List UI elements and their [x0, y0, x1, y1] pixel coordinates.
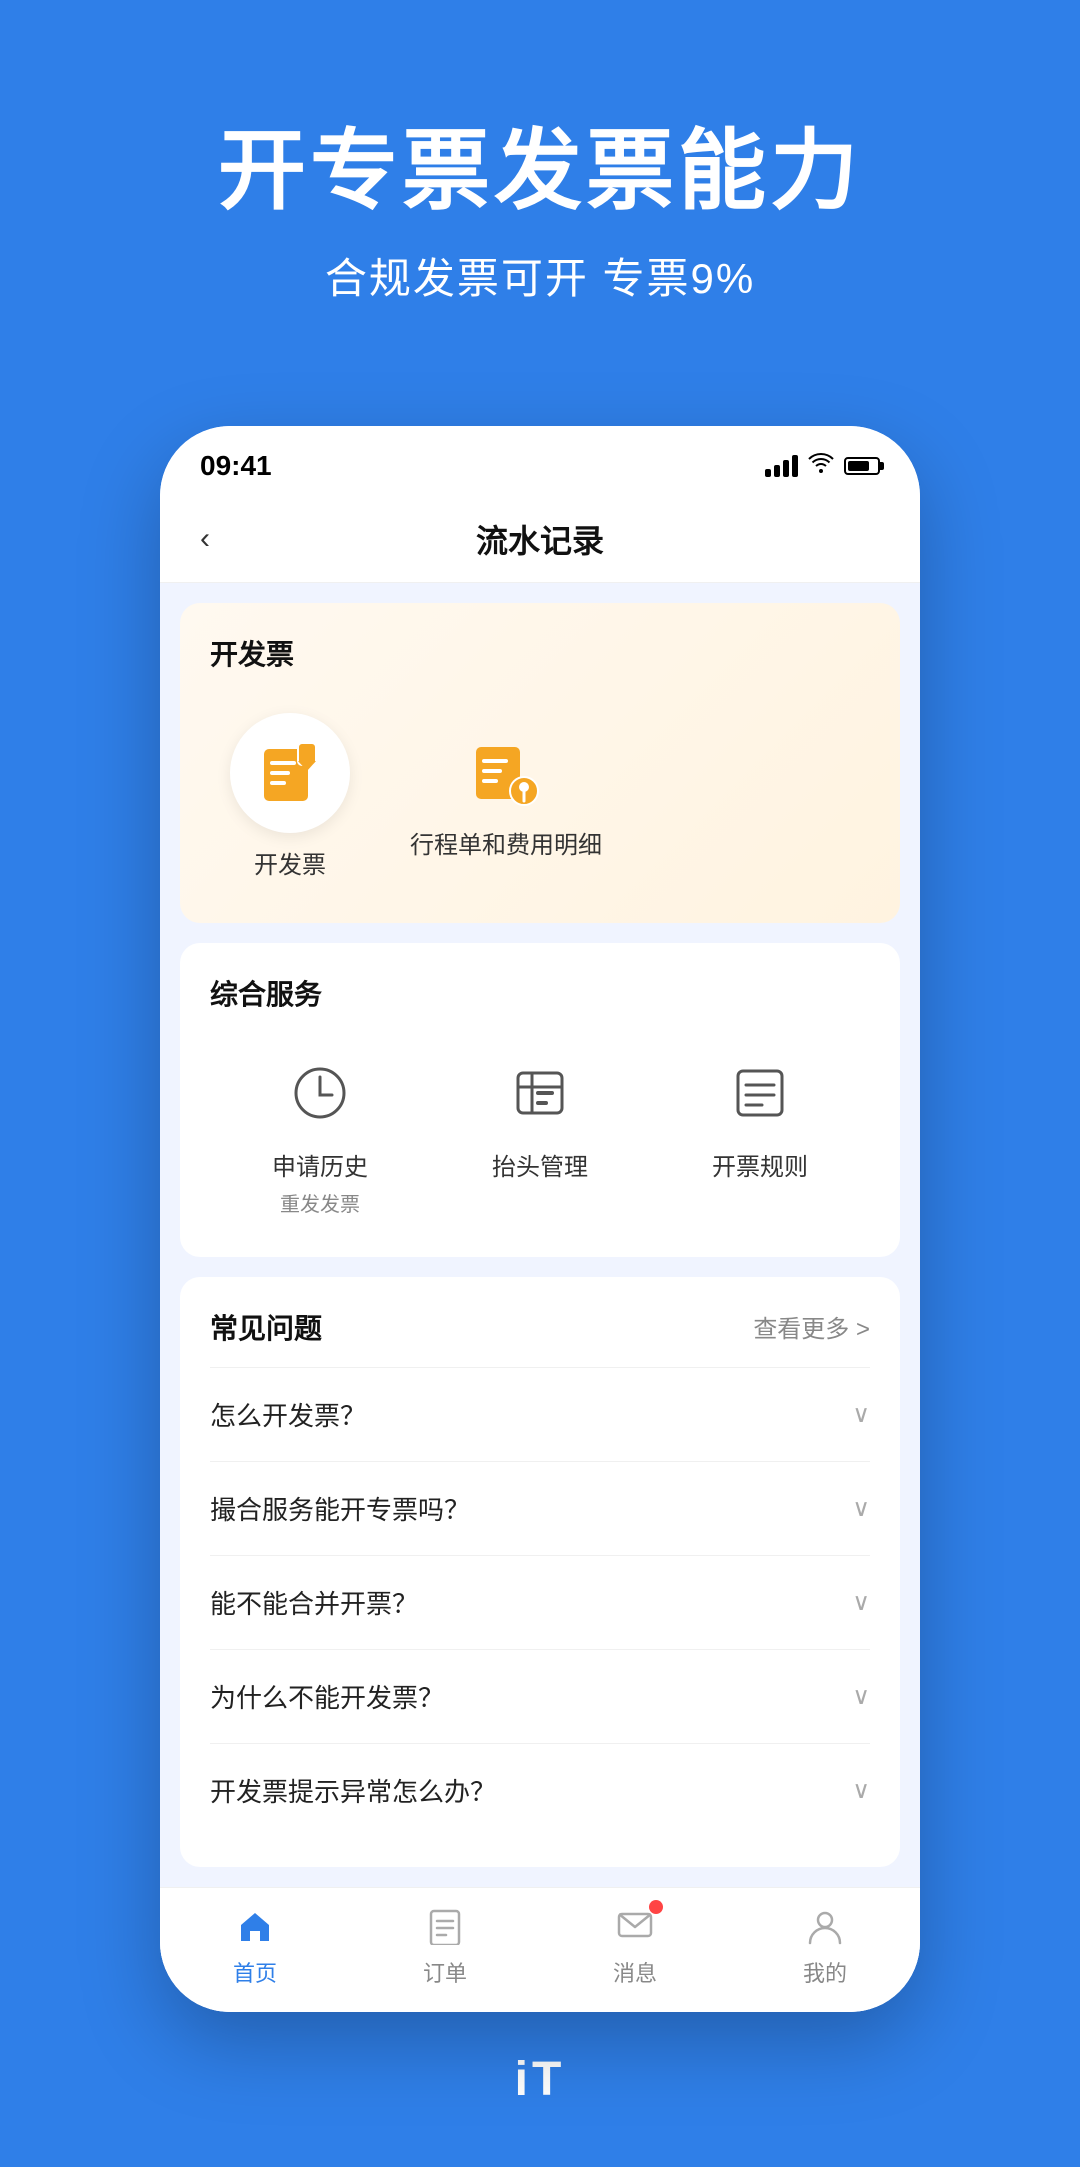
tab-orders[interactable]: 订单	[375, 1904, 515, 1988]
faq-question-1: 撮合服务能开专票吗？	[210, 1490, 470, 1527]
chevron-down-icon-0: ∨	[852, 1400, 870, 1429]
page-title: 流水记录	[250, 516, 830, 562]
tab-home[interactable]: 首页	[185, 1904, 325, 1988]
nav-bar: ‹ 流水记录	[160, 496, 920, 583]
tab-home-label: 首页	[233, 1956, 277, 1988]
tab-bar: 首页 订单	[160, 1887, 920, 2012]
hero-subtitle: 合规发票可开 专票9%	[40, 245, 1040, 306]
status-bar: 09:41	[160, 426, 920, 496]
wifi-icon	[808, 453, 834, 479]
service-history-sublabel: 重发发票	[280, 1188, 360, 1217]
service-rules[interactable]: 开票规则	[690, 1053, 830, 1217]
service-history[interactable]: 申请历史 重发发票	[250, 1053, 390, 1217]
chevron-down-icon-2: ∨	[852, 1588, 870, 1617]
faq-item-1[interactable]: 撮合服务能开专票吗？ ∨	[210, 1461, 870, 1555]
itinerary-label: 行程单和费用明细	[410, 829, 602, 863]
itinerary-icon-wrap	[466, 733, 546, 813]
profile-icon	[803, 1904, 847, 1948]
service-history-label: 申请历史	[272, 1147, 368, 1182]
faq-item-4[interactable]: 开发票提示异常怎么办？ ∨	[210, 1743, 870, 1837]
back-button[interactable]: ‹	[200, 522, 250, 556]
notification-dot	[649, 1900, 663, 1914]
chevron-down-icon-1: ∨	[852, 1494, 870, 1523]
open-invoice-icon-circle	[230, 713, 350, 833]
status-time: 09:41	[200, 450, 272, 482]
invoice-icon	[256, 739, 324, 807]
open-invoice-item[interactable]: 开发票	[210, 713, 370, 883]
rules-icon	[720, 1053, 800, 1133]
tab-profile[interactable]: 我的	[755, 1904, 895, 1988]
open-invoice-label: 开发票	[254, 849, 326, 883]
faq-question-0: 怎么开发票？	[210, 1396, 366, 1433]
faq-question-4: 开发票提示异常怎么办？	[210, 1772, 496, 1809]
faq-header: 常见问题 查看更多 >	[210, 1307, 870, 1347]
tab-messages-label: 消息	[613, 1956, 657, 1988]
service-rules-label: 开票规则	[712, 1147, 808, 1182]
invoice-section: 开发票	[180, 603, 900, 923]
invoice-items-row: 开发票	[210, 703, 870, 893]
faq-section: 常见问题 查看更多 > 怎么开发票？ ∨ 撮合服务能开专票吗？ ∨ 能不能合并开…	[180, 1277, 900, 1867]
header-icon	[500, 1053, 580, 1133]
faq-item-3[interactable]: 为什么不能开发票？ ∨	[210, 1649, 870, 1743]
home-icon	[233, 1904, 277, 1948]
phone-wrapper: 09:41 ‹ 流水记录	[0, 366, 1080, 2012]
brand-footer: iT	[0, 2012, 1080, 2167]
faq-question-2: 能不能合并开票？	[210, 1584, 418, 1621]
hero-section: 开专票发票能力 合规发票可开 专票9%	[0, 0, 1080, 366]
tab-profile-label: 我的	[803, 1956, 847, 1988]
messages-icon	[613, 1904, 657, 1948]
history-icon	[280, 1053, 360, 1133]
itinerary-item[interactable]: 行程单和费用明细	[410, 713, 602, 863]
signal-icon	[765, 455, 798, 477]
services-section: 综合服务 申请历史 重发发票	[180, 943, 900, 1257]
phone-mockup: 09:41 ‹ 流水记录	[160, 426, 920, 2012]
itinerary-icon	[472, 739, 540, 807]
tab-messages[interactable]: 消息	[565, 1904, 705, 1988]
hero-title: 开专票发票能力	[40, 120, 1040, 221]
faq-question-3: 为什么不能开发票？	[210, 1678, 444, 1715]
brand-text: iT	[515, 2053, 566, 2106]
faq-title: 常见问题	[210, 1307, 322, 1347]
faq-item-2[interactable]: 能不能合并开票？ ∨	[210, 1555, 870, 1649]
chevron-down-icon-3: ∨	[852, 1682, 870, 1711]
content-area: 开发票	[160, 603, 920, 2012]
service-header[interactable]: 抬头管理	[470, 1053, 610, 1217]
tab-orders-label: 订单	[423, 1956, 467, 1988]
faq-item-0[interactable]: 怎么开发票？ ∨	[210, 1367, 870, 1461]
faq-more-button[interactable]: 查看更多 >	[753, 1309, 870, 1344]
service-header-label: 抬头管理	[492, 1147, 588, 1182]
orders-icon	[423, 1904, 467, 1948]
battery-icon	[844, 457, 880, 475]
status-icons	[765, 453, 880, 479]
services-row: 申请历史 重发发票	[210, 1043, 870, 1227]
invoice-section-label: 开发票	[210, 633, 870, 673]
chevron-down-icon-4: ∨	[852, 1776, 870, 1805]
services-section-label: 综合服务	[210, 973, 870, 1013]
